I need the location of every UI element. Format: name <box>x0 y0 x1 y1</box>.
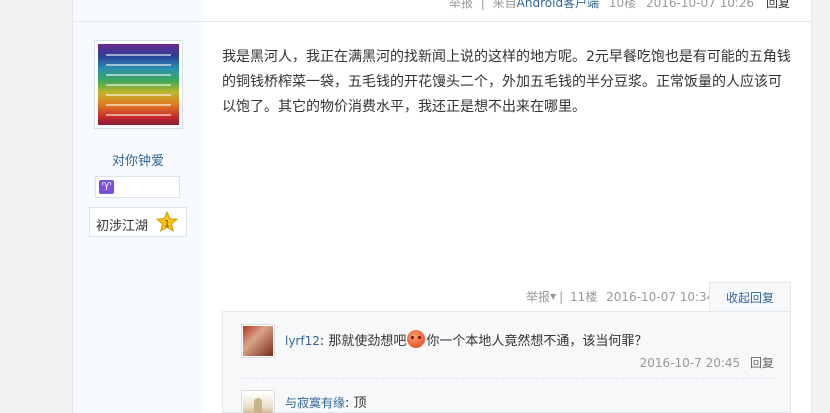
star-level-icon: 1 <box>156 211 178 233</box>
meta-separator: | <box>559 290 564 304</box>
rank-badge[interactable]: 初涉江湖 1 <box>89 207 187 237</box>
sub-replies-panel: lyrf12: 那就使劲想吧 你一个本地人竟然想不通，该当何罪？ 2016-10-… <box>222 311 791 413</box>
reply-username-link[interactable]: lyrf12 <box>285 334 320 348</box>
reply-divider <box>241 378 774 379</box>
fold-replies-button[interactable]: 收起回复 <box>709 282 791 312</box>
zodiac-badge: ♈ <box>95 176 180 198</box>
post-meta: 举报▼ | 11楼 2016-10-07 10:34 <box>526 288 714 305</box>
reply-text: 与寂寞有缘: 顶 <box>285 396 367 411</box>
aries-icon: ♈ <box>99 180 114 194</box>
post-content: 我是黑河人，我正在满黑河的找新闻上说的这样的地方呢。2元早餐吃饱也是有可能的五角… <box>222 49 791 115</box>
prev-reply-link[interactable]: 回复 <box>766 0 790 10</box>
prev-floor: 10楼 <box>608 0 637 10</box>
chevron-down-icon: ▼ <box>550 292 557 301</box>
prev-post-meta: 举报 | 来自Android客户端 10楼 2016-10-07 10:26 回… <box>449 0 790 11</box>
prev-source-prefix: 来自 <box>492 0 517 10</box>
level-number: 1 <box>164 220 170 230</box>
prev-report-link[interactable]: 举报 <box>449 0 473 10</box>
floor-number: 11楼 <box>570 290 598 304</box>
prev-source-link[interactable]: Android客户端 <box>517 0 599 10</box>
angry-face-emoji-icon <box>407 330 426 348</box>
avatar-image <box>98 44 179 125</box>
prev-timestamp: 2016-10-07 10:26 <box>646 0 755 10</box>
post-timestamp: 2016-10-07 10:34 <box>606 290 715 304</box>
reply-button[interactable]: 回复 <box>750 356 774 370</box>
page-background-right <box>812 0 830 413</box>
user-sidebar: 对你钟爱 ♈ 初涉江湖 1 <box>73 22 203 413</box>
avatar[interactable] <box>94 40 183 129</box>
rank-label: 初涉江湖 <box>96 219 149 234</box>
username-link[interactable]: 对你钟爱 <box>73 150 203 169</box>
prev-post-footer: 举报 | 来自Android客户端 10楼 2016-10-07 10:26 回… <box>72 0 812 22</box>
reply-timestamp: 2016-10-7 20:45 <box>639 356 741 370</box>
reply-meta: 2016-10-7 20:45 回复 <box>640 354 774 371</box>
report-link[interactable]: 举报▼ <box>526 290 556 304</box>
reply-text: lyrf12: 那就使劲想吧 你一个本地人竟然想不通，该当何罪？ <box>285 330 647 349</box>
reply-avatar[interactable] <box>241 390 275 413</box>
page-background-left <box>0 0 72 413</box>
reply-username-link[interactable]: 与寂寞有缘 <box>285 396 345 410</box>
reply-avatar[interactable] <box>241 324 275 358</box>
